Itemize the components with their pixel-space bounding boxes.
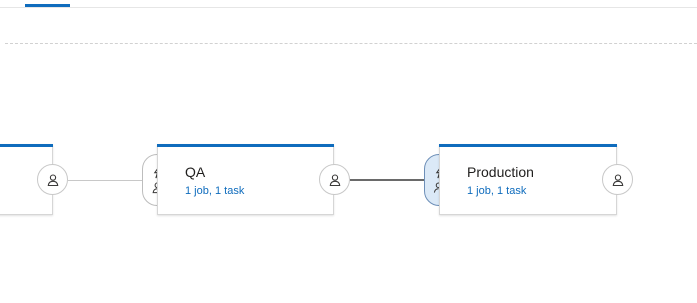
person-icon [611,173,625,187]
stage-summary-link[interactable]: 1 job, 1 task [185,185,244,197]
post-deployment-approval-button[interactable] [319,164,350,195]
stage-card-production[interactable]: Production 1 job, 1 task [439,144,617,215]
stage-card-qa[interactable]: QA 1 job, 1 task [157,144,334,215]
release-pipeline-canvas: QA 1 job, 1 task Production 1 job, 1 tas… [0,0,697,303]
stage-name: QA [185,164,206,180]
tab-bar-border [0,7,697,8]
artifacts-divider [5,43,697,44]
stage-connector [68,180,143,181]
stage-connector [350,179,424,181]
post-deployment-approval-button[interactable] [602,164,633,195]
post-deployment-approval-button[interactable] [37,164,68,195]
person-icon [328,173,342,187]
stage-name: Production [467,164,534,180]
stage-summary-link[interactable]: 1 job, 1 task [467,185,526,197]
person-icon [46,173,60,187]
